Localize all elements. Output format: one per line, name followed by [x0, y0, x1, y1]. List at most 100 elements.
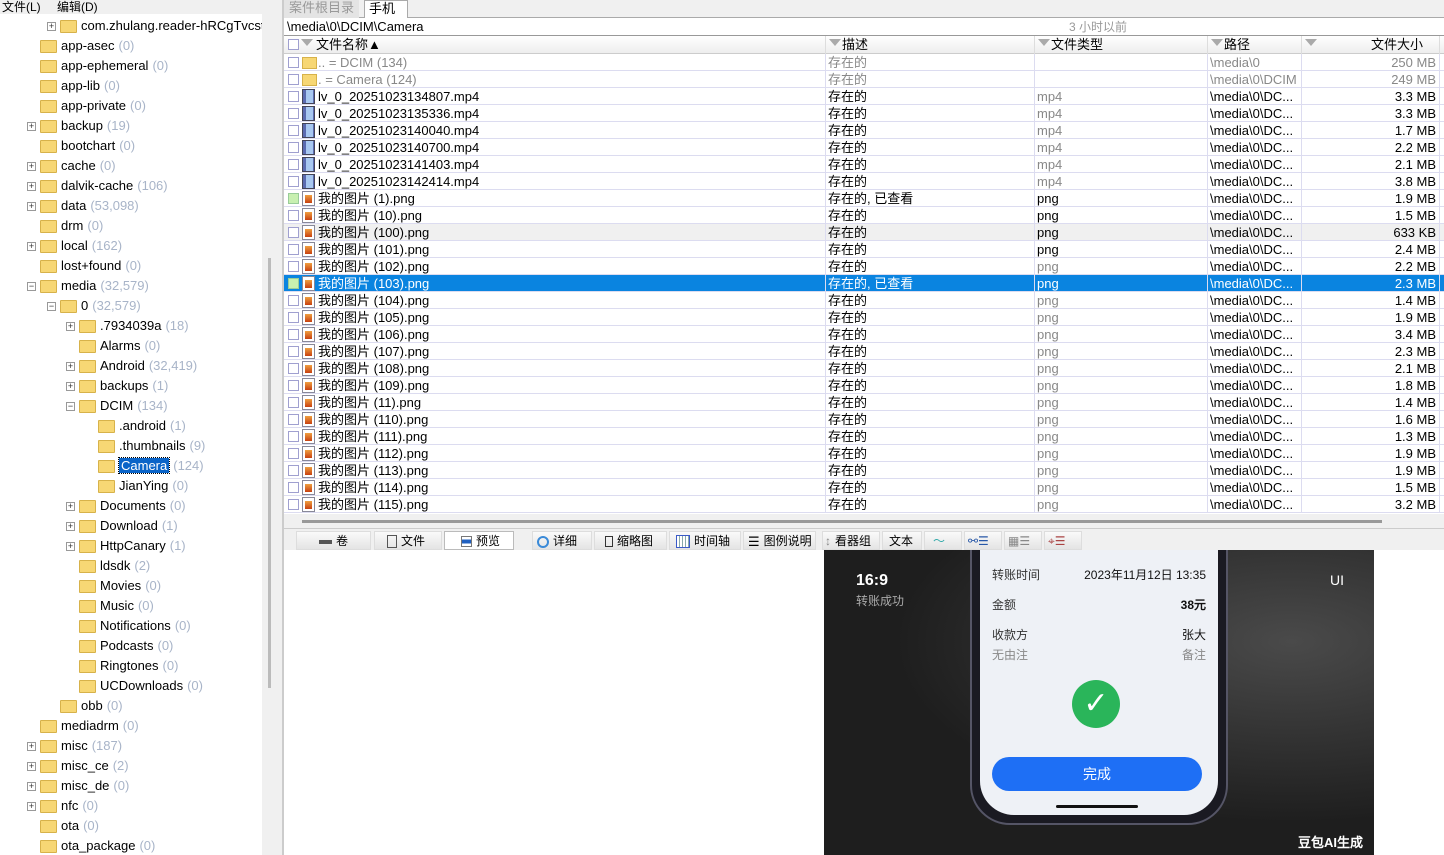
tree-node[interactable]: app-asec (0) [0, 36, 262, 56]
table-row[interactable]: 我的图片 (10).png 存在的 png \media\0\DC... 1.5 MB [284, 207, 1444, 224]
column-type[interactable]: 文件类型 [1035, 36, 1208, 54]
tree-node[interactable]: mediadrm (0) [0, 716, 262, 736]
tree-node[interactable]: + misc_ce (2) [0, 756, 262, 776]
tree-node[interactable]: JianYing (0) [0, 476, 262, 496]
row-checkbox[interactable] [288, 295, 299, 306]
hex-button[interactable]: 〜 [924, 531, 962, 550]
tree-node[interactable]: + backups (1) [0, 376, 262, 396]
file-button[interactable]: 文件 [374, 531, 442, 550]
row-checkbox[interactable] [288, 346, 299, 357]
collapse-icon[interactable]: − [47, 302, 56, 311]
table-row[interactable]: 我的图片 (115).png 存在的 png \media\0\DC... 3.2 MB [284, 496, 1444, 513]
tree-node[interactable]: UCDownloads (0) [0, 676, 262, 696]
row-checkbox[interactable] [288, 448, 299, 459]
table-row[interactable]: 我的图片 (104).png 存在的 png \media\0\DC... 1.4 MB [284, 292, 1444, 309]
table-row[interactable]: lv_0_20251023134807.mp4 存在的 mp4 \media\0\DC… [284, 88, 1444, 105]
row-checkbox[interactable] [288, 278, 299, 289]
expand-icon[interactable]: + [66, 522, 75, 531]
tree-node[interactable]: obb (0) [0, 696, 262, 716]
tree-node[interactable]: Music (0) [0, 596, 262, 616]
tree-node[interactable]: + local (162) [0, 236, 262, 256]
tree-node[interactable]: + HttpCanary (1) [0, 536, 262, 556]
row-checkbox[interactable] [288, 431, 299, 442]
tree-node[interactable]: app-private (0) [0, 96, 262, 116]
table-row[interactable]: 我的图片 (102).png 存在的 png \media\0\DC... 2.2 MB [284, 258, 1444, 275]
volume-button[interactable]: 卷 [296, 531, 371, 550]
collapse-icon[interactable]: − [27, 282, 36, 291]
tree-node[interactable]: + Documents (0) [0, 496, 262, 516]
row-checkbox[interactable] [288, 261, 299, 272]
tab-case-root[interactable]: 案件根目录 [284, 0, 360, 18]
expand-icon[interactable]: + [27, 742, 36, 751]
table-row[interactable]: 我的图片 (105).png 存在的 png \media\0\DC... 1.9 MB [284, 309, 1444, 326]
tree-node[interactable]: Podcasts (0) [0, 636, 262, 656]
row-checkbox[interactable] [288, 74, 299, 85]
table-row[interactable]: 我的图片 (103).png 存在的, 已查看 png \media\0\DC... 2… [284, 275, 1444, 292]
column-name[interactable]: 文件名称▲ [298, 36, 826, 54]
expand-icon[interactable]: + [27, 162, 36, 171]
table-row[interactable]: lv_0_20251023135336.mp4 存在的 mp4 \media\0\DC… [284, 105, 1444, 122]
expand-icon[interactable]: + [66, 382, 75, 391]
filter-icon[interactable] [1038, 39, 1050, 46]
details-button[interactable]: 详细 [532, 531, 592, 550]
table-row[interactable]: 我的图片 (110).png 存在的 png \media\0\DC... 1.6 MB [284, 411, 1444, 428]
row-checkbox[interactable] [288, 397, 299, 408]
target-button[interactable]: ⌖☰ [1044, 531, 1082, 550]
row-checkbox[interactable] [288, 227, 299, 238]
filter-icon[interactable] [1305, 39, 1317, 46]
table-row[interactable]: 我的图片 (114).png 存在的 png \media\0\DC... 1.5 MB [284, 479, 1444, 496]
column-size[interactable]: 文件大小 [1302, 36, 1440, 54]
table-row[interactable]: .. = DCIM (134) 存在的 \media\0 250 MB [284, 54, 1444, 71]
expand-icon[interactable]: + [27, 782, 36, 791]
table-row[interactable]: 我的图片 (109).png 存在的 png \media\0\DC... 1.8 MB [284, 377, 1444, 394]
row-checkbox[interactable] [288, 125, 299, 136]
tree-scrollbar[interactable] [262, 14, 282, 855]
row-checkbox[interactable] [288, 91, 299, 102]
tree-node[interactable]: − 0 (32,579) [0, 296, 262, 316]
expand-icon[interactable]: + [66, 362, 75, 371]
tree-node[interactable]: .android (1) [0, 416, 262, 436]
row-checkbox[interactable] [288, 380, 299, 391]
tree-node[interactable]: + backup (19) [0, 116, 262, 136]
calendar-list-button[interactable]: ▦☰ [1004, 531, 1042, 550]
table-row[interactable]: 我的图片 (113).png 存在的 png \media\0\DC... 1.9 MB [284, 462, 1444, 479]
tree-node[interactable]: − DCIM (134) [0, 396, 262, 416]
expand-icon[interactable]: + [27, 802, 36, 811]
thumbnails-button[interactable]: 缩略图 [594, 531, 667, 550]
row-checkbox[interactable] [288, 142, 299, 153]
tree-node[interactable]: ota_package (0) [0, 836, 262, 855]
row-checkbox[interactable] [288, 108, 299, 119]
table-row[interactable]: lv_0_20251023142414.mp4 存在的 mp4 \media\0\DC… [284, 173, 1444, 190]
expand-icon[interactable]: + [27, 122, 36, 131]
tree-node[interactable]: Movies (0) [0, 576, 262, 596]
row-checkbox[interactable] [288, 414, 299, 425]
search-button[interactable]: ⚯☰ [964, 531, 1002, 550]
table-row[interactable]: lv_0_20251023140700.mp4 存在的 mp4 \media\0\DC… [284, 139, 1444, 156]
tree-node[interactable]: lost+found (0) [0, 256, 262, 276]
filter-icon[interactable] [1211, 39, 1223, 46]
menu-edit[interactable]: 编辑(D) [57, 0, 98, 15]
timeline-button[interactable]: 时间轴 [669, 531, 741, 550]
tree-node[interactable]: − media (32,579) [0, 276, 262, 296]
row-checkbox[interactable] [288, 312, 299, 323]
tree-node[interactable]: + data (53,098) [0, 196, 262, 216]
table-row[interactable]: 我的图片 (107).png 存在的 png \media\0\DC... 2.3 MB [284, 343, 1444, 360]
row-checkbox[interactable] [288, 465, 299, 476]
menu-file[interactable]: 文件(L) [2, 0, 41, 15]
tree-node[interactable]: Ringtones (0) [0, 656, 262, 676]
expand-icon[interactable]: + [27, 182, 36, 191]
tree-node[interactable]: + com.zhulang.reader-hRCgTvcst [0, 16, 262, 36]
tree-node[interactable]: app-ephemeral (0) [0, 56, 262, 76]
filter-icon[interactable] [829, 39, 841, 46]
viewer-group-button[interactable]: ↕ 看器组 [822, 531, 880, 550]
row-checkbox[interactable] [288, 482, 299, 493]
text-button[interactable]: 文本 [882, 531, 922, 550]
column-path[interactable]: 路径 [1208, 36, 1302, 54]
row-checkbox[interactable] [288, 210, 299, 221]
expand-icon[interactable]: + [66, 322, 75, 331]
table-row[interactable]: 我的图片 (11).png 存在的 png \media\0\DC... 1.4 MB [284, 394, 1444, 411]
tree-node[interactable]: ldsdk (2) [0, 556, 262, 576]
row-checkbox[interactable] [288, 329, 299, 340]
tree-node[interactable]: + cache (0) [0, 156, 262, 176]
table-row[interactable]: 我的图片 (1).png 存在的, 已查看 png \media\0\DC... 1.9… [284, 190, 1444, 207]
